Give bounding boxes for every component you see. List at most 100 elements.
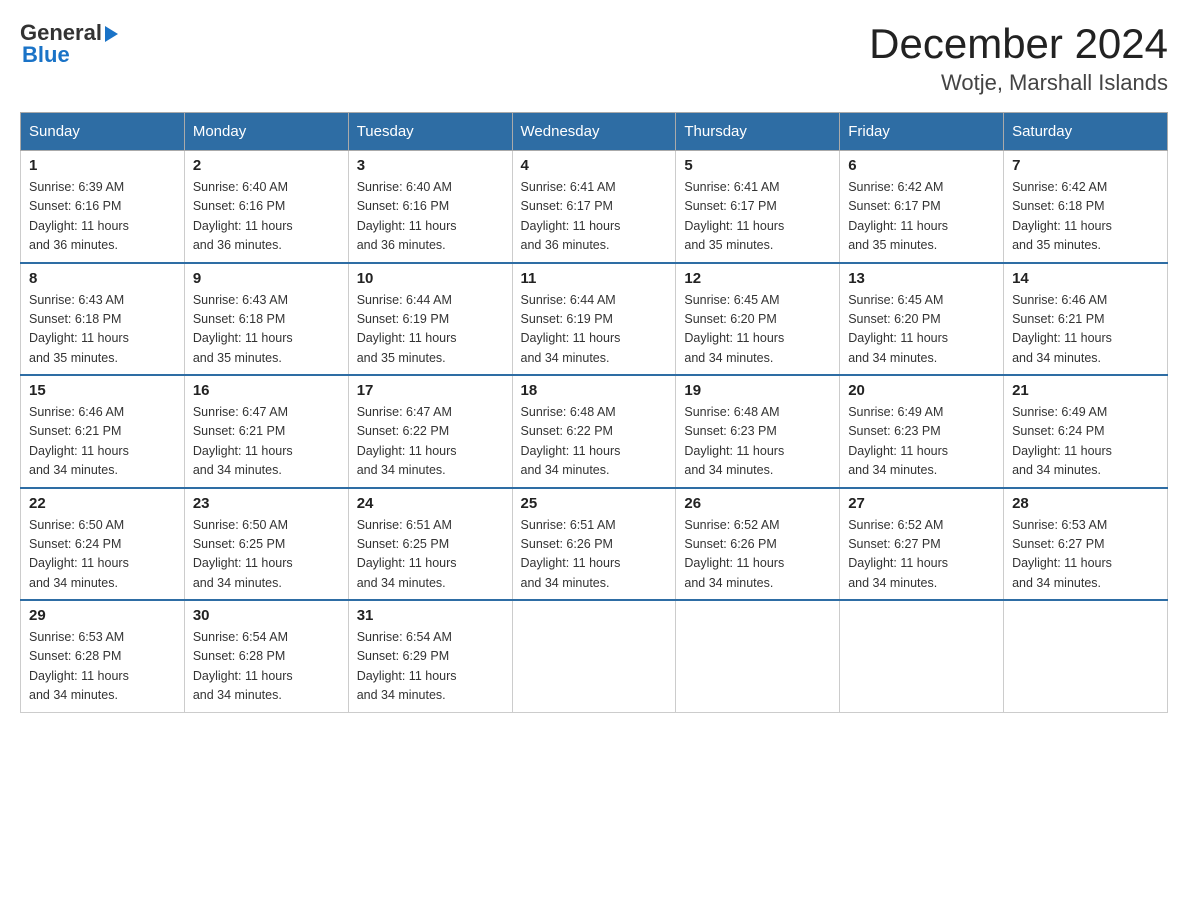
col-wednesday: Wednesday [512,113,676,151]
table-row [1004,600,1168,712]
col-sunday: Sunday [21,113,185,151]
day-info: Sunrise: 6:43 AM Sunset: 6:18 PM Dayligh… [29,291,176,369]
table-row: 26 Sunrise: 6:52 AM Sunset: 6:26 PM Dayl… [676,488,840,601]
table-row: 1 Sunrise: 6:39 AM Sunset: 6:16 PM Dayli… [21,151,185,263]
day-info: Sunrise: 6:46 AM Sunset: 6:21 PM Dayligh… [29,403,176,481]
table-row: 6 Sunrise: 6:42 AM Sunset: 6:17 PM Dayli… [840,151,1004,263]
day-info: Sunrise: 6:42 AM Sunset: 6:17 PM Dayligh… [848,178,995,256]
table-row: 20 Sunrise: 6:49 AM Sunset: 6:23 PM Dayl… [840,375,1004,488]
table-row: 4 Sunrise: 6:41 AM Sunset: 6:17 PM Dayli… [512,151,676,263]
table-row: 23 Sunrise: 6:50 AM Sunset: 6:25 PM Dayl… [184,488,348,601]
day-number: 28 [1012,495,1159,512]
day-number: 24 [357,495,504,512]
day-number: 3 [357,157,504,174]
day-info: Sunrise: 6:52 AM Sunset: 6:26 PM Dayligh… [684,516,831,594]
day-info: Sunrise: 6:49 AM Sunset: 6:24 PM Dayligh… [1012,403,1159,481]
day-info: Sunrise: 6:48 AM Sunset: 6:22 PM Dayligh… [521,403,668,481]
day-info: Sunrise: 6:54 AM Sunset: 6:29 PM Dayligh… [357,628,504,706]
day-number: 7 [1012,157,1159,174]
table-row: 19 Sunrise: 6:48 AM Sunset: 6:23 PM Dayl… [676,375,840,488]
calendar-week-row: 29 Sunrise: 6:53 AM Sunset: 6:28 PM Dayl… [21,600,1168,712]
calendar-week-row: 8 Sunrise: 6:43 AM Sunset: 6:18 PM Dayli… [21,263,1168,376]
table-row: 10 Sunrise: 6:44 AM Sunset: 6:19 PM Dayl… [348,263,512,376]
table-row: 25 Sunrise: 6:51 AM Sunset: 6:26 PM Dayl… [512,488,676,601]
day-number: 20 [848,382,995,399]
day-info: Sunrise: 6:48 AM Sunset: 6:23 PM Dayligh… [684,403,831,481]
day-number: 31 [357,607,504,624]
day-info: Sunrise: 6:41 AM Sunset: 6:17 PM Dayligh… [684,178,831,256]
day-info: Sunrise: 6:50 AM Sunset: 6:24 PM Dayligh… [29,516,176,594]
day-number: 16 [193,382,340,399]
day-info: Sunrise: 6:47 AM Sunset: 6:21 PM Dayligh… [193,403,340,481]
day-number: 5 [684,157,831,174]
day-number: 14 [1012,270,1159,287]
table-row: 28 Sunrise: 6:53 AM Sunset: 6:27 PM Dayl… [1004,488,1168,601]
day-info: Sunrise: 6:52 AM Sunset: 6:27 PM Dayligh… [848,516,995,594]
day-info: Sunrise: 6:51 AM Sunset: 6:25 PM Dayligh… [357,516,504,594]
calendar-week-row: 1 Sunrise: 6:39 AM Sunset: 6:16 PM Dayli… [21,151,1168,263]
table-row [676,600,840,712]
day-info: Sunrise: 6:40 AM Sunset: 6:16 PM Dayligh… [357,178,504,256]
table-row: 16 Sunrise: 6:47 AM Sunset: 6:21 PM Dayl… [184,375,348,488]
day-info: Sunrise: 6:46 AM Sunset: 6:21 PM Dayligh… [1012,291,1159,369]
table-row: 14 Sunrise: 6:46 AM Sunset: 6:21 PM Dayl… [1004,263,1168,376]
col-saturday: Saturday [1004,113,1168,151]
day-number: 2 [193,157,340,174]
table-row: 5 Sunrise: 6:41 AM Sunset: 6:17 PM Dayli… [676,151,840,263]
day-info: Sunrise: 6:51 AM Sunset: 6:26 PM Dayligh… [521,516,668,594]
table-row [512,600,676,712]
day-number: 13 [848,270,995,287]
col-friday: Friday [840,113,1004,151]
table-row: 3 Sunrise: 6:40 AM Sunset: 6:16 PM Dayli… [348,151,512,263]
table-row: 22 Sunrise: 6:50 AM Sunset: 6:24 PM Dayl… [21,488,185,601]
day-number: 18 [521,382,668,399]
day-number: 12 [684,270,831,287]
table-row: 8 Sunrise: 6:43 AM Sunset: 6:18 PM Dayli… [21,263,185,376]
day-number: 21 [1012,382,1159,399]
day-info: Sunrise: 6:47 AM Sunset: 6:22 PM Dayligh… [357,403,504,481]
day-number: 17 [357,382,504,399]
title-block: December 2024 Wotje, Marshall Islands [869,20,1168,96]
page-header: General Blue December 2024 Wotje, Marsha… [20,20,1168,96]
table-row: 7 Sunrise: 6:42 AM Sunset: 6:18 PM Dayli… [1004,151,1168,263]
logo: General Blue [20,20,118,68]
month-title: December 2024 [869,20,1168,68]
table-row: 24 Sunrise: 6:51 AM Sunset: 6:25 PM Dayl… [348,488,512,601]
day-number: 26 [684,495,831,512]
day-info: Sunrise: 6:54 AM Sunset: 6:28 PM Dayligh… [193,628,340,706]
day-number: 10 [357,270,504,287]
day-info: Sunrise: 6:49 AM Sunset: 6:23 PM Dayligh… [848,403,995,481]
table-row: 27 Sunrise: 6:52 AM Sunset: 6:27 PM Dayl… [840,488,1004,601]
day-info: Sunrise: 6:42 AM Sunset: 6:18 PM Dayligh… [1012,178,1159,256]
table-row: 17 Sunrise: 6:47 AM Sunset: 6:22 PM Dayl… [348,375,512,488]
day-number: 29 [29,607,176,624]
table-row: 15 Sunrise: 6:46 AM Sunset: 6:21 PM Dayl… [21,375,185,488]
day-number: 25 [521,495,668,512]
day-info: Sunrise: 6:41 AM Sunset: 6:17 PM Dayligh… [521,178,668,256]
day-number: 22 [29,495,176,512]
day-number: 30 [193,607,340,624]
col-thursday: Thursday [676,113,840,151]
day-info: Sunrise: 6:43 AM Sunset: 6:18 PM Dayligh… [193,291,340,369]
day-info: Sunrise: 6:40 AM Sunset: 6:16 PM Dayligh… [193,178,340,256]
calendar-week-row: 15 Sunrise: 6:46 AM Sunset: 6:21 PM Dayl… [21,375,1168,488]
calendar-week-row: 22 Sunrise: 6:50 AM Sunset: 6:24 PM Dayl… [21,488,1168,601]
table-row: 29 Sunrise: 6:53 AM Sunset: 6:28 PM Dayl… [21,600,185,712]
header-row: Sunday Monday Tuesday Wednesday Thursday… [21,113,1168,151]
logo-blue: Blue [22,42,70,68]
calendar-table: Sunday Monday Tuesday Wednesday Thursday… [20,112,1168,713]
table-row: 18 Sunrise: 6:48 AM Sunset: 6:22 PM Dayl… [512,375,676,488]
day-info: Sunrise: 6:53 AM Sunset: 6:27 PM Dayligh… [1012,516,1159,594]
table-row: 9 Sunrise: 6:43 AM Sunset: 6:18 PM Dayli… [184,263,348,376]
day-number: 11 [521,270,668,287]
day-number: 8 [29,270,176,287]
day-number: 23 [193,495,340,512]
day-info: Sunrise: 6:45 AM Sunset: 6:20 PM Dayligh… [848,291,995,369]
day-number: 9 [193,270,340,287]
col-monday: Monday [184,113,348,151]
table-row: 12 Sunrise: 6:45 AM Sunset: 6:20 PM Dayl… [676,263,840,376]
table-row: 21 Sunrise: 6:49 AM Sunset: 6:24 PM Dayl… [1004,375,1168,488]
day-number: 1 [29,157,176,174]
day-number: 4 [521,157,668,174]
table-row: 13 Sunrise: 6:45 AM Sunset: 6:20 PM Dayl… [840,263,1004,376]
